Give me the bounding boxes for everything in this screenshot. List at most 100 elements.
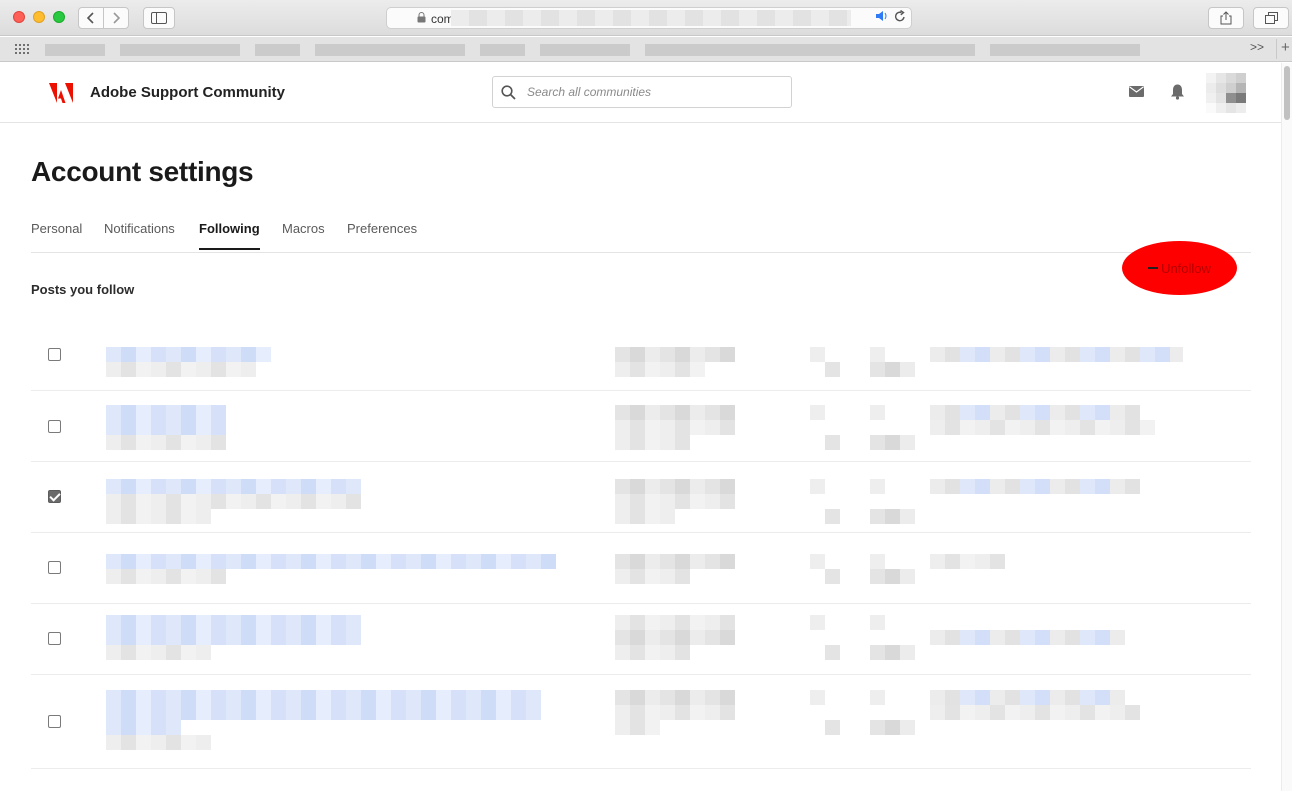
post-title-redacted[interactable] xyxy=(106,720,181,735)
author-redacted xyxy=(615,690,735,705)
date-redacted xyxy=(930,405,1140,420)
author-redacted xyxy=(615,420,735,435)
share-button[interactable] xyxy=(1208,7,1244,29)
minus-icon xyxy=(1148,267,1159,269)
count-redacted xyxy=(810,347,825,362)
tab-preferences[interactable]: Preferences xyxy=(347,221,417,248)
tab-following[interactable]: Following xyxy=(199,221,260,250)
post-title-redacted[interactable] xyxy=(106,420,226,435)
table-row xyxy=(31,391,1251,462)
table-row xyxy=(31,319,1251,391)
count-redacted xyxy=(810,405,825,420)
post-title-redacted[interactable] xyxy=(106,479,361,494)
post-meta-redacted xyxy=(106,435,226,450)
reload-icon[interactable] xyxy=(894,9,906,26)
tab-personal[interactable]: Personal xyxy=(31,221,82,248)
bookmark-redacted[interactable] xyxy=(315,44,465,56)
post-title-redacted[interactable] xyxy=(106,554,556,569)
address-bar[interactable]: com xyxy=(386,7,912,29)
settings-tabs: Personal Notifications Following Macros … xyxy=(31,213,1251,253)
search-input[interactable] xyxy=(527,81,782,103)
minimize-window-button[interactable] xyxy=(33,11,45,23)
bookmark-redacted[interactable] xyxy=(645,44,975,56)
sidebar-toggle-button[interactable] xyxy=(143,7,175,29)
post-meta-redacted xyxy=(106,494,361,509)
count-redacted xyxy=(870,479,885,494)
search-icon xyxy=(501,85,516,100)
mail-icon[interactable] xyxy=(1129,86,1144,97)
post-meta-redacted xyxy=(106,509,211,524)
count-redacted xyxy=(810,615,825,630)
date-redacted xyxy=(930,705,1140,720)
count-redacted xyxy=(870,554,885,569)
bookmark-redacted[interactable] xyxy=(540,44,630,56)
forward-button[interactable] xyxy=(103,7,129,29)
count-redacted xyxy=(825,645,840,660)
table-row xyxy=(31,604,1251,675)
post-meta-redacted xyxy=(106,569,226,584)
count-redacted xyxy=(825,720,840,735)
bookmark-redacted[interactable] xyxy=(120,44,240,56)
author-redacted xyxy=(615,615,735,630)
count-redacted xyxy=(870,405,885,420)
scrollbar-thumb[interactable] xyxy=(1284,66,1290,120)
unfollow-label: Unfollow xyxy=(1161,260,1211,276)
date-redacted xyxy=(930,630,1125,645)
count-redacted xyxy=(870,569,915,584)
count-redacted xyxy=(825,362,840,377)
post-title-redacted[interactable] xyxy=(106,405,226,420)
speaker-icon[interactable] xyxy=(875,10,889,25)
post-meta-redacted xyxy=(106,735,211,750)
search-box[interactable] xyxy=(492,76,792,108)
tab-macros[interactable]: Macros xyxy=(282,221,325,248)
count-redacted xyxy=(825,509,840,524)
tab-notifications[interactable]: Notifications xyxy=(104,221,175,248)
bookmark-redacted[interactable] xyxy=(990,44,1140,56)
date-redacted xyxy=(930,479,1140,494)
post-title-redacted[interactable] xyxy=(106,630,361,645)
avatar[interactable] xyxy=(1206,73,1246,113)
post-title-redacted[interactable] xyxy=(106,615,361,630)
author-redacted xyxy=(615,720,660,735)
post-title-redacted[interactable] xyxy=(106,690,541,705)
count-redacted xyxy=(870,435,915,450)
author-redacted xyxy=(615,630,735,645)
table-row xyxy=(31,675,1251,769)
adobe-logo-icon[interactable] xyxy=(49,83,73,103)
bookmark-redacted[interactable] xyxy=(480,44,525,56)
post-checkbox[interactable] xyxy=(48,632,61,645)
browser-titlebar: com xyxy=(0,0,1292,36)
post-checkbox[interactable] xyxy=(48,348,61,361)
bookmark-redacted[interactable] xyxy=(45,44,105,56)
author-redacted xyxy=(615,554,735,569)
show-tabs-button[interactable] xyxy=(1253,7,1289,29)
post-checkbox[interactable] xyxy=(48,561,61,574)
bookmarks-bar: >> + xyxy=(0,37,1292,62)
close-window-button[interactable] xyxy=(13,11,25,23)
count-redacted xyxy=(870,720,915,735)
author-redacted xyxy=(615,645,690,660)
bookmark-redacted[interactable] xyxy=(255,44,300,56)
section-title: Posts you follow xyxy=(31,282,135,297)
post-title-redacted[interactable] xyxy=(106,347,271,362)
post-checkbox[interactable] xyxy=(48,490,61,503)
bookmarks-overflow-button[interactable]: >> xyxy=(1250,40,1264,54)
zoom-window-button[interactable] xyxy=(53,11,65,23)
back-button[interactable] xyxy=(78,7,104,29)
count-redacted xyxy=(825,435,840,450)
apps-grid-icon[interactable] xyxy=(14,43,30,55)
new-tab-button[interactable]: + xyxy=(1276,39,1290,59)
chevron-right-icon xyxy=(113,12,120,24)
post-checkbox[interactable] xyxy=(48,420,61,433)
post-checkbox[interactable] xyxy=(48,715,61,728)
table-row xyxy=(31,462,1251,533)
bell-icon[interactable] xyxy=(1170,83,1185,100)
share-icon xyxy=(1220,11,1232,25)
site-title[interactable]: Adobe Support Community xyxy=(90,84,285,101)
page-title: Account settings xyxy=(31,156,254,187)
unfollow-button[interactable]: Unfollow xyxy=(1122,241,1237,295)
post-title-redacted[interactable] xyxy=(106,705,541,720)
count-redacted xyxy=(810,554,825,569)
page-scrollbar[interactable] xyxy=(1281,63,1292,791)
count-redacted xyxy=(810,479,825,494)
